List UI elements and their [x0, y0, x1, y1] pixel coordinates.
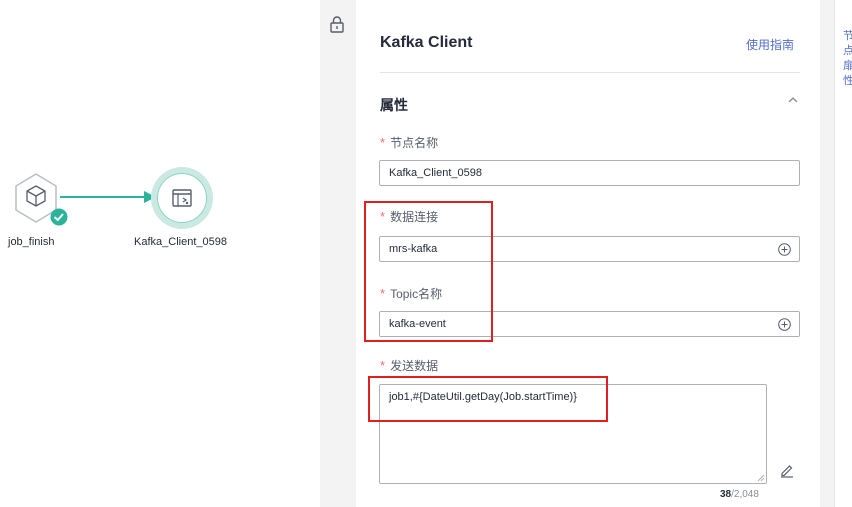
- char-count: 38: [720, 489, 732, 500]
- resize-grip-icon[interactable]: [757, 474, 765, 482]
- right-edge-text: 点: [843, 45, 852, 57]
- node-label-job-finish: job_finish: [8, 236, 55, 248]
- right-gutter: [820, 0, 834, 507]
- edit-pencil-icon[interactable]: [779, 462, 795, 478]
- add-circle-icon[interactable]: [778, 243, 791, 256]
- right-edge-text: 节: [843, 30, 852, 42]
- field-label-text: 发送数据: [390, 359, 439, 373]
- node-label-kafka-client: Kafka_Client_0598: [134, 236, 227, 248]
- section-title-properties: 属性: [380, 97, 408, 113]
- topic-name-select[interactable]: kafka-event: [379, 311, 800, 337]
- edge-arrow[interactable]: [60, 190, 156, 204]
- node-name-input[interactable]: Kafka_Client_0598: [379, 160, 800, 186]
- node-job-finish[interactable]: [13, 172, 68, 226]
- kafka-client-icon: [172, 189, 192, 207]
- field-label-data-connection: * 数据连接: [380, 208, 438, 225]
- required-mark: *: [380, 286, 386, 301]
- right-edge-text: 性: [843, 75, 852, 87]
- usage-guide-link[interactable]: 使用指南: [746, 36, 794, 53]
- data-connection-select[interactable]: mrs-kafka: [379, 236, 800, 262]
- topic-name-value: kafka-event: [389, 318, 446, 330]
- header-divider: [380, 72, 800, 73]
- lock-icon[interactable]: [330, 16, 344, 34]
- chevron-up-icon[interactable]: [787, 95, 799, 105]
- required-mark: *: [380, 135, 386, 150]
- field-label-text: 节点名称: [390, 136, 439, 150]
- required-mark: *: [380, 209, 386, 224]
- data-connection-value: mrs-kafka: [389, 243, 438, 255]
- send-data-value: job1,#{DateUtil.getDay(Job.startTime)}: [389, 391, 577, 403]
- check-success-icon: [50, 208, 68, 226]
- node-name-value: Kafka_Client_0598: [389, 167, 482, 179]
- char-max: /2,048: [731, 489, 759, 500]
- field-label-topic-name: * Topic名称: [380, 285, 442, 302]
- field-label-send-data: * 发送数据: [380, 357, 438, 374]
- node-kafka-client[interactable]: [151, 167, 213, 229]
- panel-title: Kafka Client: [380, 34, 473, 51]
- char-counter: 38/2,048: [720, 489, 759, 500]
- add-circle-icon[interactable]: [778, 318, 791, 331]
- field-label-text: 数据连接: [390, 210, 439, 224]
- workflow-canvas[interactable]: job_finish Kafka_Client_0598: [0, 0, 320, 507]
- right-edge-text: 扉: [843, 60, 852, 72]
- required-mark: *: [380, 358, 386, 373]
- field-label-node-name: * 节点名称: [380, 134, 438, 151]
- panel-gutter: [320, 0, 356, 507]
- send-data-textarea[interactable]: job1,#{DateUtil.getDay(Job.startTime)}: [379, 384, 767, 484]
- field-label-text: Topic名称: [390, 287, 443, 301]
